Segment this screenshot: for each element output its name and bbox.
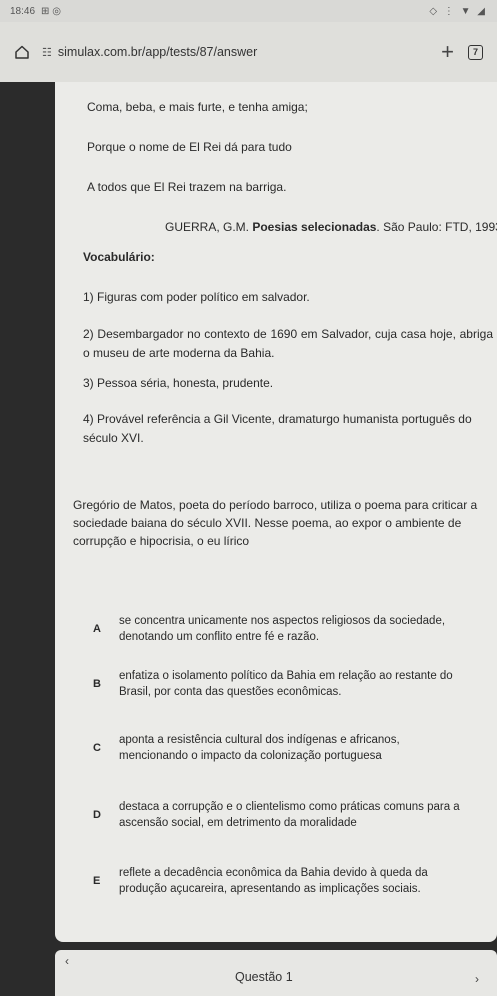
option-letter: E bbox=[93, 874, 101, 887]
option-text: destaca a corrupção e o clientelismo com… bbox=[119, 801, 460, 829]
status-bar: 18:46 ⊞ ◎ ◇ ⋮ ▼ ◢ bbox=[0, 0, 497, 22]
question-text: Gregório de Matos, poeta do período barr… bbox=[73, 498, 478, 548]
poem-line-1: Coma, beba, e mais furte, e tenha amiga; bbox=[87, 100, 308, 114]
citation-author: GUERRA, G.M. bbox=[165, 220, 253, 234]
option-text: reflete a decadência econômica da Bahia … bbox=[119, 867, 428, 895]
citation-publisher: . São Paulo: FTD, 1993. bbox=[376, 220, 497, 234]
option-letter: C bbox=[93, 741, 101, 754]
option-a[interactable]: A se concentra unicamente nos aspectos r… bbox=[93, 614, 493, 645]
option-text: se concentra unicamente nos aspectos rel… bbox=[119, 615, 446, 643]
option-letter: B bbox=[93, 677, 101, 690]
vocabulary-item: 1) Figuras com poder político em salvado… bbox=[83, 290, 310, 304]
poem-line-3: A todos que El Rei trazem na barriga. bbox=[87, 180, 287, 194]
browser-toolbar: ☷ simulax.com.br/app/tests/87/answer + 7 bbox=[0, 22, 497, 82]
citation-title: Poesias selecionadas bbox=[252, 220, 377, 234]
poem-line-2: Porque o nome de El Rei dá para tudo bbox=[87, 140, 292, 154]
option-b[interactable]: B enfatiza o isolamento político da Bahi… bbox=[93, 669, 493, 700]
option-letter: A bbox=[93, 622, 101, 635]
question-label: Questão 1 bbox=[235, 970, 293, 984]
vocabulary-item: 4) Provável referência a Gil Vicente, dr… bbox=[83, 412, 472, 446]
notification-icons: ⊞ ◎ bbox=[41, 5, 61, 17]
new-tab-button[interactable]: + bbox=[441, 41, 454, 63]
option-d[interactable]: D destaca a corrupção e o clientelismo c… bbox=[93, 800, 493, 831]
site-settings-icon[interactable]: ☷ bbox=[42, 46, 52, 59]
question-navigation: ‹ Questão 1 › bbox=[55, 950, 497, 996]
option-c[interactable]: C aponta a resistência cultural dos indí… bbox=[93, 733, 493, 764]
url-text: simulax.com.br/app/tests/87/answer bbox=[57, 45, 258, 59]
option-text: aponta a resistência cultural dos indíge… bbox=[119, 734, 400, 762]
address-bar[interactable]: ☷ simulax.com.br/app/tests/87/answer bbox=[42, 36, 427, 68]
vocabulary-item: 2) Desembargador no contexto de 1690 em … bbox=[83, 327, 493, 361]
tab-switcher-button[interactable]: 7 bbox=[468, 44, 483, 60]
chevron-right-icon[interactable]: › bbox=[475, 972, 479, 986]
home-icon[interactable] bbox=[14, 44, 30, 60]
citation: GUERRA, G.M. Poesias selecionadas. São P… bbox=[165, 220, 497, 235]
chevron-left-icon[interactable]: ‹ bbox=[65, 954, 69, 968]
option-letter: D bbox=[93, 808, 101, 821]
vocabulary-item: 3) Pessoa séria, honesta, prudente. bbox=[83, 376, 274, 390]
system-status-icons: ◇ ⋮ ▼ ◢ bbox=[429, 5, 487, 17]
question-card: Coma, beba, e mais furte, e tenha amiga;… bbox=[55, 82, 497, 942]
option-e[interactable]: E reflete a decadência econômica da Bahi… bbox=[93, 866, 493, 897]
option-text: enfatiza o isolamento político da Bahia … bbox=[119, 670, 453, 698]
vocabulary-title: Vocabulário: bbox=[83, 250, 155, 264]
clock: 18:46 bbox=[10, 5, 36, 17]
